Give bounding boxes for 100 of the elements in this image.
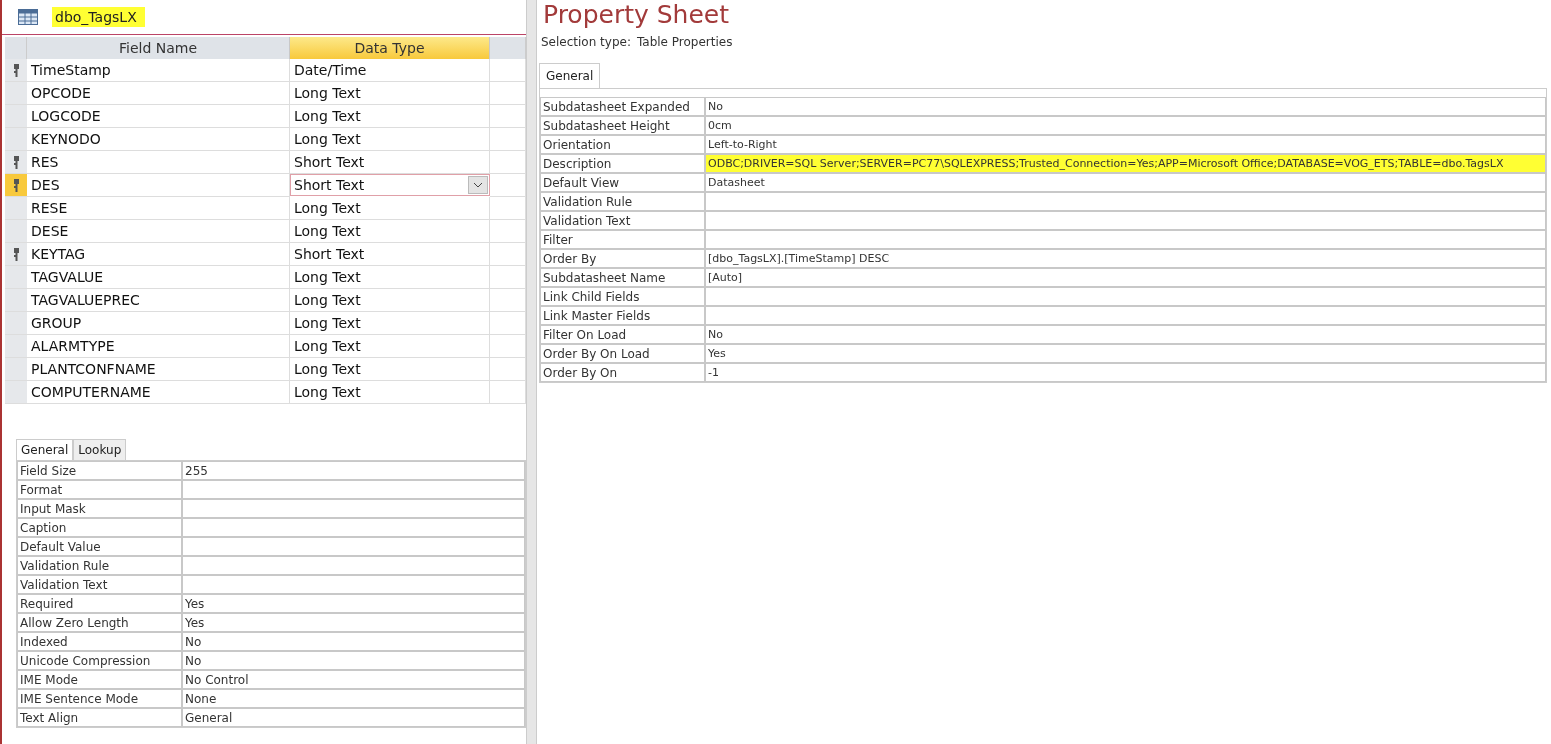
data-type-cell[interactable]: Long Text xyxy=(290,358,490,381)
property-name: Allow Zero Length xyxy=(17,613,182,632)
field-name-cell[interactable]: DESE xyxy=(27,220,290,243)
property-name: Link Child Fields xyxy=(540,287,705,306)
grid-header-filler xyxy=(490,37,526,59)
property-name: Subdatasheet Height xyxy=(540,116,705,135)
property-value[interactable]: No xyxy=(705,325,1546,344)
field-name-cell[interactable]: OPCODE xyxy=(27,82,290,105)
tab[interactable]: General xyxy=(539,63,601,88)
field-name-cell[interactable]: ALARMTYPE xyxy=(27,335,290,358)
property-name: Order By On Load xyxy=(540,344,705,363)
property-name: Format xyxy=(17,480,182,499)
property-name: Input Mask xyxy=(17,499,182,518)
data-type-cell[interactable]: Long Text xyxy=(290,289,490,312)
property-value[interactable]: [dbo_TagsLX].[TimeStamp] DESC xyxy=(705,249,1546,268)
property-value[interactable]: 255 xyxy=(182,461,525,480)
property-value[interactable]: No xyxy=(182,651,525,670)
field-name-cell[interactable]: TAGVALUE xyxy=(27,266,290,289)
table-icon xyxy=(18,9,38,25)
property-name: Orientation xyxy=(540,135,705,154)
row-selector[interactable] xyxy=(5,174,27,197)
tab[interactable]: Lookup xyxy=(73,439,127,460)
data-type-cell[interactable]: Long Text xyxy=(290,312,490,335)
property-name: Order By xyxy=(540,249,705,268)
field-name-cell[interactable]: DES xyxy=(27,174,290,197)
column-header[interactable]: Data Type xyxy=(290,37,490,59)
field-name-cell[interactable]: LOGCODE xyxy=(27,105,290,128)
property-value[interactable] xyxy=(182,537,525,556)
pane-splitter[interactable] xyxy=(526,0,537,744)
row-selector[interactable] xyxy=(5,243,27,266)
property-value[interactable]: 0cm xyxy=(705,116,1546,135)
data-type-cell[interactable]: Short Text xyxy=(290,151,490,174)
property-name: Default Value xyxy=(17,537,182,556)
data-type-cell[interactable]: Long Text xyxy=(290,105,490,128)
property-value[interactable]: Yes xyxy=(182,594,525,613)
tab[interactable]: General xyxy=(16,439,74,460)
property-value[interactable] xyxy=(182,480,525,499)
data-type-cell[interactable]: Date/Time xyxy=(290,59,490,82)
selection-type-value: Table Properties xyxy=(636,35,733,49)
property-name: Caption xyxy=(17,518,182,537)
data-type-cell[interactable]: Long Text xyxy=(290,197,490,220)
field-name-cell[interactable]: COMPUTERNAME xyxy=(27,381,290,404)
property-name: Field Size xyxy=(17,461,182,480)
property-value[interactable]: -1 xyxy=(705,363,1546,382)
property-value[interactable]: General xyxy=(182,708,525,727)
property-value[interactable] xyxy=(705,306,1546,325)
property-name: Validation Rule xyxy=(540,192,705,211)
field-name-cell[interactable]: KEYNODO xyxy=(27,128,290,151)
property-value[interactable]: Yes xyxy=(182,613,525,632)
data-type-cell[interactable]: Long Text xyxy=(290,381,490,404)
data-type-cell[interactable]: Long Text xyxy=(290,128,490,151)
data-type-dropdown[interactable]: Short Text xyxy=(290,174,490,196)
property-value[interactable] xyxy=(705,211,1546,230)
property-value[interactable]: Yes xyxy=(705,344,1546,363)
property-name: Default View xyxy=(540,173,705,192)
property-name: IME Mode xyxy=(17,670,182,689)
property-value[interactable] xyxy=(182,575,525,594)
data-type-cell[interactable]: Long Text xyxy=(290,82,490,105)
property-value[interactable] xyxy=(182,499,525,518)
field-name-cell[interactable]: TAGVALUEPREC xyxy=(27,289,290,312)
property-name: Validation Rule xyxy=(17,556,182,575)
property-name: Subdatasheet Name xyxy=(540,268,705,287)
property-value[interactable] xyxy=(705,287,1546,306)
property-value[interactable] xyxy=(182,556,525,575)
key-icon xyxy=(12,63,20,77)
data-type-cell[interactable]: Long Text xyxy=(290,220,490,243)
property-value[interactable] xyxy=(705,230,1546,249)
property-value[interactable]: Datasheet xyxy=(705,173,1546,192)
selection-type-label: Selection type: xyxy=(541,35,631,49)
property-value[interactable]: [Auto] xyxy=(705,268,1546,287)
property-value[interactable]: No xyxy=(705,97,1546,116)
field-name-cell[interactable]: TimeStamp xyxy=(27,59,290,82)
data-type-cell[interactable]: Long Text xyxy=(290,335,490,358)
property-value[interactable]: ODBC;DRIVER=SQL Server;SERVER=PC77\SQLEXPRESS;Trusted_Connection=Yes;APP=Microsoft Office;DATABASE=VOG_ETS;TABLE=dbo.TagsLX xyxy=(705,154,1546,173)
property-value[interactable]: No xyxy=(182,632,525,651)
field-name-cell[interactable]: PLANTCONFNAME xyxy=(27,358,290,381)
field-name-cell[interactable]: RESE xyxy=(27,197,290,220)
field-name-cell[interactable]: GROUP xyxy=(27,312,290,335)
property-value[interactable] xyxy=(182,518,525,537)
chevron-down-icon[interactable] xyxy=(468,176,488,194)
grid-corner xyxy=(5,37,27,59)
property-value[interactable] xyxy=(705,192,1546,211)
sheet-title: Property Sheet xyxy=(542,0,730,29)
key-icon xyxy=(12,247,20,261)
property-value[interactable]: None xyxy=(182,689,525,708)
property-name: Validation Text xyxy=(17,575,182,594)
property-value[interactable]: Left-to-Right xyxy=(705,135,1546,154)
property-value[interactable]: No Control xyxy=(182,670,525,689)
property-name: Filter On Load xyxy=(540,325,705,344)
field-name-cell[interactable]: RES xyxy=(27,151,290,174)
property-name: Link Master Fields xyxy=(540,306,705,325)
row-selector[interactable] xyxy=(5,59,27,82)
row-selector[interactable] xyxy=(5,151,27,174)
data-type-cell[interactable]: Long Text xyxy=(290,266,490,289)
property-name: Required xyxy=(17,594,182,613)
field-name-cell[interactable]: KEYTAG xyxy=(27,243,290,266)
property-name: Indexed xyxy=(17,632,182,651)
property-name: Description xyxy=(540,154,705,173)
data-type-cell[interactable]: Short Text xyxy=(290,243,490,266)
column-header[interactable]: Field Name xyxy=(27,37,290,59)
